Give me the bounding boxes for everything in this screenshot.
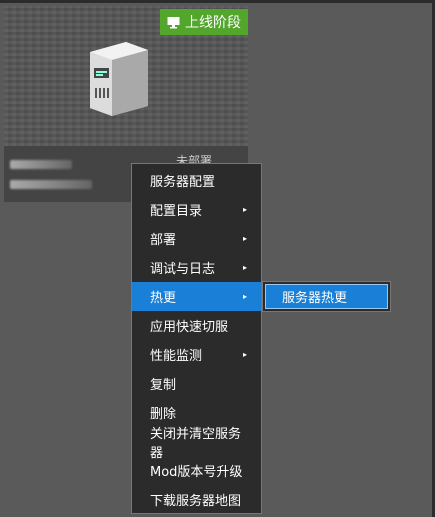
menu-item-label: 配置目录 bbox=[150, 204, 203, 219]
chevron-right-icon: ▸ bbox=[242, 292, 247, 301]
menu-item-label: 下载服务器地图 bbox=[150, 494, 242, 509]
menu-item-label: 复制 bbox=[150, 378, 177, 393]
server-address-redacted bbox=[10, 180, 92, 189]
menu-item-perf-monitor[interactable]: 性能监测 ▸ bbox=[132, 340, 261, 369]
context-menu: 服务器配置 配置目录 ▸ 部署 ▸ 调试与日志 ▸ 热更 ▸ 应用快速切服 性能… bbox=[131, 163, 262, 514]
menu-item-mod-upgrade[interactable]: Mod版本号升级 bbox=[132, 456, 261, 485]
hotfix-submenu: 服务器热更 bbox=[262, 281, 391, 312]
menu-item-deploy[interactable]: 部署 ▸ bbox=[132, 224, 261, 253]
menu-item-debug-log[interactable]: 调试与日志 ▸ bbox=[132, 253, 261, 282]
menu-item-label: 性能监测 bbox=[150, 349, 203, 364]
server-icon bbox=[90, 42, 148, 116]
chevron-right-icon: ▸ bbox=[242, 263, 247, 272]
menu-item-label: 应用快速切服 bbox=[150, 320, 229, 335]
server-name-redacted bbox=[10, 160, 72, 169]
menu-item-quick-switch[interactable]: 应用快速切服 bbox=[132, 311, 261, 340]
menu-item-download-map[interactable]: 下载服务器地图 bbox=[132, 485, 261, 514]
submenu-item-label: 服务器热更 bbox=[282, 291, 348, 306]
menu-item-label: Mod版本号升级 bbox=[150, 465, 243, 480]
menu-item-label: 关闭并清空服务器 bbox=[150, 426, 242, 461]
menu-item-label: 删除 bbox=[150, 407, 177, 422]
chevron-right-icon: ▸ bbox=[242, 350, 247, 359]
chevron-right-icon: ▸ bbox=[242, 205, 247, 214]
menu-item-hotfix[interactable]: 热更 ▸ bbox=[132, 282, 261, 311]
submenu-item-server-hotfix[interactable]: 服务器热更 bbox=[265, 284, 388, 309]
menu-item-label: 热更 bbox=[150, 291, 177, 306]
menu-item-config-dir[interactable]: 配置目录 ▸ bbox=[132, 195, 261, 224]
menu-item-label: 部署 bbox=[150, 233, 177, 248]
menu-item-label: 服务器配置 bbox=[150, 175, 216, 190]
stage-badge-label: 上线阶段 bbox=[185, 15, 241, 31]
monitor-icon bbox=[167, 16, 180, 28]
menu-item-copy[interactable]: 复制 bbox=[132, 369, 261, 398]
chevron-right-icon: ▸ bbox=[242, 234, 247, 243]
window-frame-top bbox=[0, 0, 435, 3]
server-thumbnail: 上线阶段 bbox=[4, 6, 248, 146]
menu-item-close-clear[interactable]: 关闭并清空服务器 bbox=[132, 427, 261, 461]
stage-badge: 上线阶段 bbox=[160, 9, 248, 35]
menu-item-server-config[interactable]: 服务器配置 bbox=[132, 166, 261, 195]
menu-item-label: 调试与日志 bbox=[150, 262, 216, 277]
